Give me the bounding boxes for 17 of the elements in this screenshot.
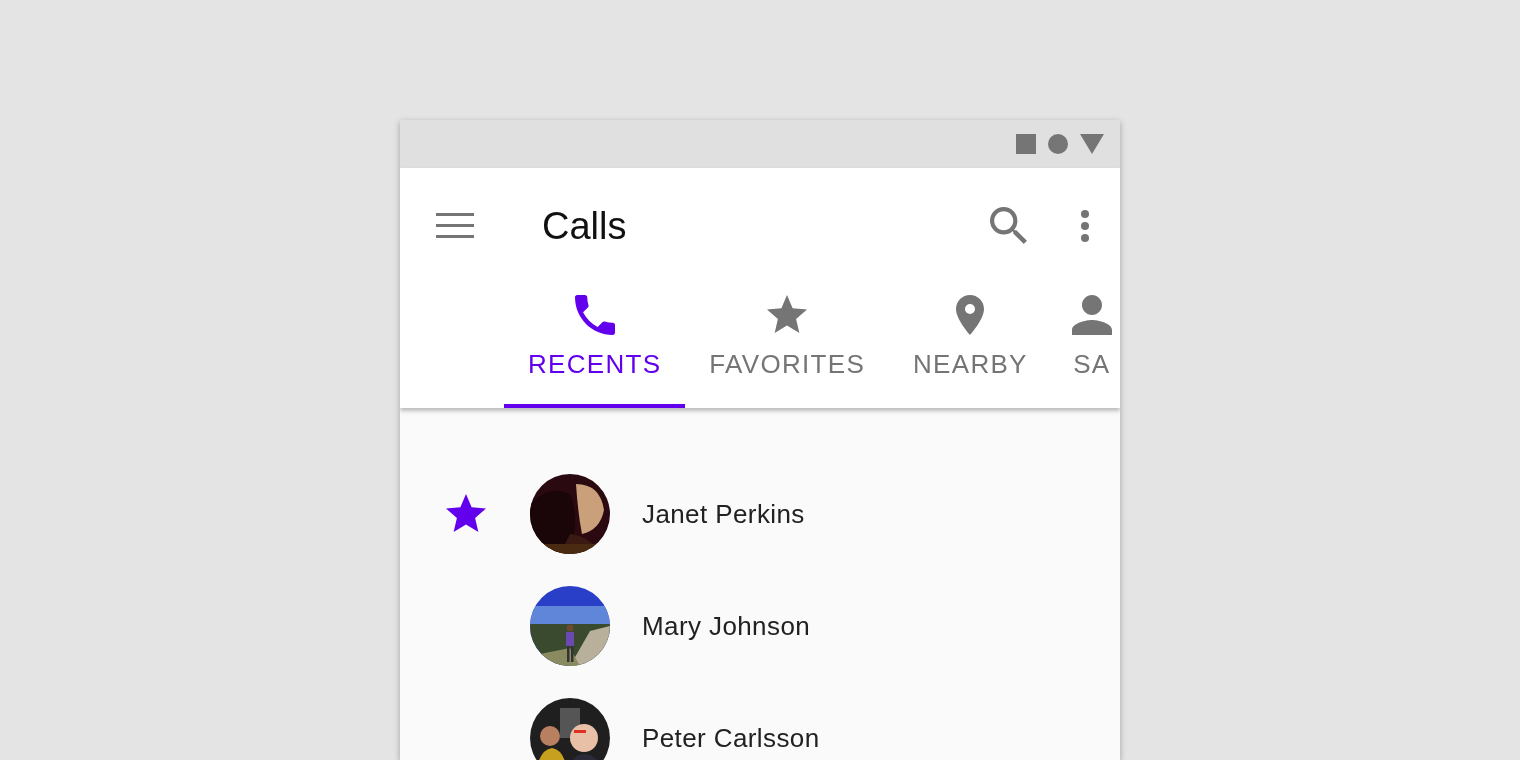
star-icon [767,295,808,335]
contact-name: Janet Perkins [642,498,805,530]
more-icon [1080,209,1090,243]
app-title: Calls [542,204,628,248]
menu-icon[interactable] [436,213,474,239]
contact-name: Peter Carlsson [642,722,820,754]
tab[interactable]: NEARBY [889,268,1052,408]
circle-icon[interactable] [1048,134,1068,154]
tab[interactable]: RECENTS [504,268,686,408]
search-icon [990,207,1028,245]
contact-name: Mary Johnson [642,610,811,642]
person-icon [1071,295,1112,335]
phone-icon [574,295,615,335]
tab[interactable]: SA [1051,268,1120,408]
triangle-icon[interactable] [1080,134,1104,154]
tab[interactable]: FAVORITES [685,268,890,408]
favorite-star-icon[interactable] [446,494,486,534]
